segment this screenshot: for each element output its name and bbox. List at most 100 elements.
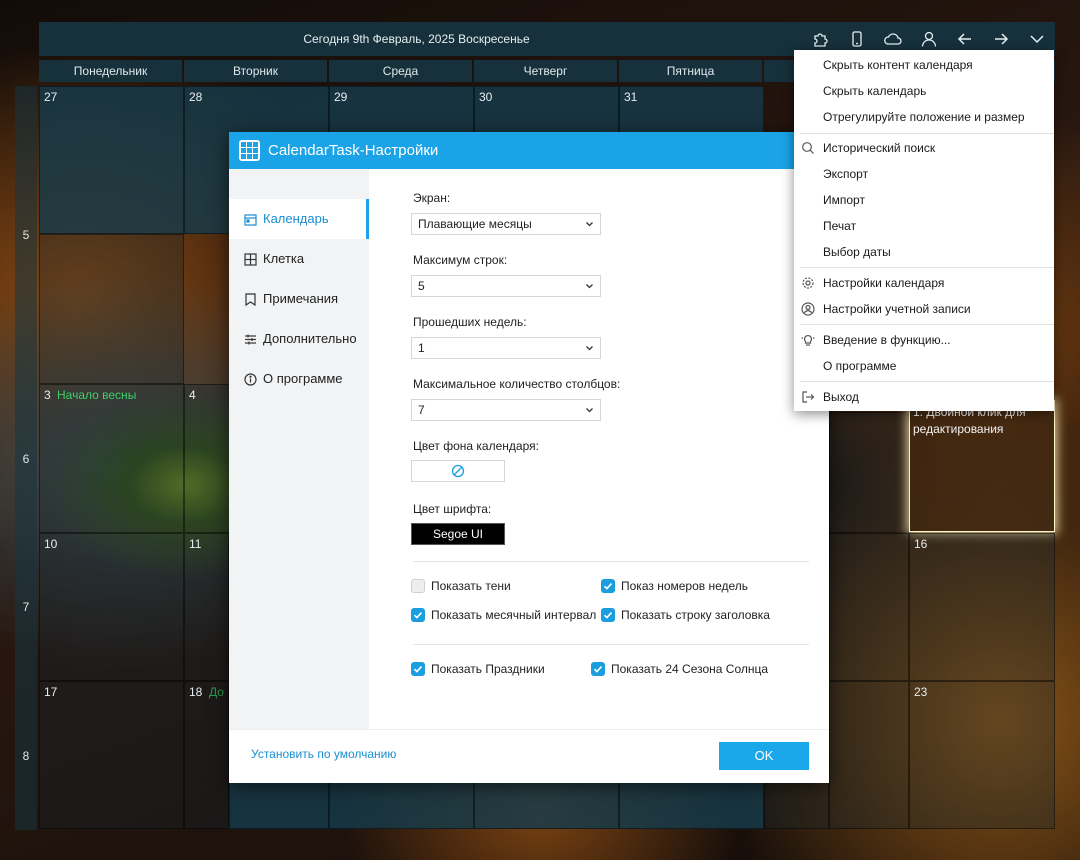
checkbox-label: Показать тени — [431, 579, 511, 593]
calendar-day-cell[interactable]: 27 — [39, 86, 184, 234]
gear-icon — [802, 277, 814, 289]
menu-item-feature-intro[interactable]: Введение в функцию... — [794, 327, 1054, 353]
menu-item-date-select[interactable]: Выбор даты — [794, 239, 1054, 265]
calendar-day-cell[interactable] — [829, 681, 909, 829]
screen-label: Экран: — [413, 191, 451, 205]
select-value: Плавающие месяцы — [418, 217, 532, 231]
checkmark-icon — [411, 662, 425, 676]
menu-item-export[interactable]: Экспорт — [794, 161, 1054, 187]
ok-button[interactable]: OK — [719, 742, 809, 770]
checkbox-label: Показать Праздники — [431, 662, 545, 676]
sidebar-item-cell[interactable]: Клетка — [229, 239, 369, 279]
day-header-monday: Понедельник — [39, 60, 182, 82]
calendar-day-cell[interactable]: 18 До — [184, 681, 229, 829]
divider — [413, 644, 809, 645]
checkbox-label: Показать строку заголовка — [621, 608, 770, 622]
day-number: 31 — [624, 90, 638, 104]
sidebar-item-calendar[interactable]: Календарь — [229, 199, 369, 239]
no-color-icon — [451, 464, 465, 478]
calendar-day-cell[interactable] — [329, 782, 474, 829]
calendar-day-cell[interactable]: 11 — [184, 533, 229, 681]
day-number: 18 — [189, 685, 203, 699]
day-number: 17 — [44, 685, 58, 699]
menu-item-label: Выбор даты — [823, 245, 891, 259]
calendar-day-cell[interactable] — [39, 234, 184, 384]
menu-item-print[interactable]: Печат — [794, 213, 1054, 239]
select-value: 5 — [418, 279, 425, 293]
menu-item-exit[interactable]: Выход — [794, 384, 1054, 410]
puzzle-icon[interactable] — [809, 27, 833, 51]
dialog-title-bar[interactable]: CalendarTask-Настройки — [229, 132, 829, 169]
lightbulb-icon — [801, 335, 815, 346]
user-icon[interactable] — [917, 27, 941, 51]
holiday-label: Начало весны — [57, 388, 137, 402]
search-icon — [802, 142, 814, 154]
menu-item-calendar-settings[interactable]: Настройки календаря — [794, 270, 1054, 296]
cloud-icon[interactable] — [881, 27, 905, 51]
menu-item-label: Настройки календаря — [823, 276, 945, 290]
arrow-left-icon[interactable] — [953, 27, 977, 51]
checkbox-label: Показать 24 Сезона Солнца — [611, 662, 769, 676]
calendar-icon — [244, 199, 258, 239]
today-cell[interactable]: 1. Двойной клик для редактирования — [909, 400, 1055, 532]
menu-item-hide-calendar[interactable]: Скрыть календарь — [794, 78, 1054, 104]
past-weeks-label: Прошедших недель: — [413, 315, 527, 329]
arrow-right-icon[interactable] — [989, 27, 1013, 51]
calendar-day-cell[interactable] — [619, 782, 764, 829]
max-columns-select[interactable]: 7 — [411, 399, 601, 421]
calendar-day-cell[interactable] — [474, 782, 619, 829]
chevron-down-icon — [585, 214, 594, 240]
sidebar-item-about[interactable]: О программе — [229, 359, 369, 399]
bg-color-picker[interactable] — [411, 460, 505, 482]
menu-item-history-search[interactable]: Исторический поиск — [794, 135, 1054, 161]
max-rows-label: Максимум строк: — [413, 253, 508, 267]
menu-item-label: Исторический поиск — [823, 141, 936, 155]
calendar-day-cell[interactable]: 17 — [39, 681, 184, 829]
day-header-wednesday: Среда — [329, 60, 472, 82]
font-picker[interactable]: Segoe UI — [411, 523, 505, 545]
menu-item-hide-content[interactable]: Скрыть контент календаря — [794, 52, 1054, 78]
dialog-title: CalendarTask-Настройки — [268, 142, 439, 159]
menu-separator — [800, 133, 1054, 134]
calendar-day-cell[interactable]: 10 — [39, 533, 184, 681]
chevron-down-icon[interactable] — [1025, 27, 1049, 51]
past-weeks-select[interactable]: 1 — [411, 337, 601, 359]
phone-icon[interactable] — [845, 27, 869, 51]
menu-item-label: Введение в функцию... — [823, 333, 951, 347]
menu-separator — [800, 381, 1054, 382]
sliders-icon — [244, 319, 258, 359]
calendar-day-cell[interactable] — [829, 533, 909, 681]
menu-item-about[interactable]: О программе — [794, 353, 1054, 379]
calendar-day-cell[interactable] — [829, 412, 909, 533]
calendar-day-cell[interactable]: 16 — [909, 533, 1055, 681]
day-number: 23 — [914, 685, 928, 699]
reset-defaults-link[interactable]: Установить по умолчанию — [251, 747, 396, 761]
day-number: 11 — [189, 537, 202, 551]
menu-item-label: Настройки учетной записи — [823, 302, 971, 316]
holiday-label: До — [209, 685, 224, 699]
menu-item-account-settings[interactable]: Настройки учетной записи — [794, 296, 1054, 322]
checkmark-icon — [601, 608, 615, 622]
settings-dialog: CalendarTask-Настройки Календарь Клетка … — [229, 132, 829, 783]
screen-select[interactable]: Плавающие месяцы — [411, 213, 601, 235]
calendar-day-cell[interactable] — [764, 782, 829, 829]
sidebar-item-advanced[interactable]: Дополнительно — [229, 319, 369, 359]
main-dropdown-menu: Скрыть контент календаря Скрыть календар… — [794, 50, 1054, 411]
checkbox-label: Показать месячный интервал — [431, 608, 597, 622]
menu-item-label: О программе — [823, 359, 897, 373]
day-header-friday: Пятница — [619, 60, 762, 82]
calendar-day-cell[interactable]: 23 — [909, 681, 1055, 829]
menu-item-import[interactable]: Импорт — [794, 187, 1054, 213]
bg-color-label: Цвет фона календаря: — [413, 439, 539, 453]
grid-icon — [244, 239, 258, 279]
calendar-day-cell[interactable]: 3 Начало весны — [39, 384, 184, 533]
max-rows-select[interactable]: 5 — [411, 275, 601, 297]
calendar-day-cell[interactable] — [229, 782, 329, 829]
font-color-label: Цвет шрифта: — [413, 502, 492, 516]
day-header-thursday: Четверг — [474, 60, 617, 82]
sidebar-item-notes[interactable]: Примечания — [229, 279, 369, 319]
settings-sidebar: Календарь Клетка Примечания Дополнительн… — [229, 169, 369, 729]
sidebar-item-label: Примечания — [263, 291, 339, 306]
menu-item-adjust-position[interactable]: Отрегулируйте положение и размер — [794, 104, 1054, 130]
bookmark-icon — [244, 279, 258, 319]
